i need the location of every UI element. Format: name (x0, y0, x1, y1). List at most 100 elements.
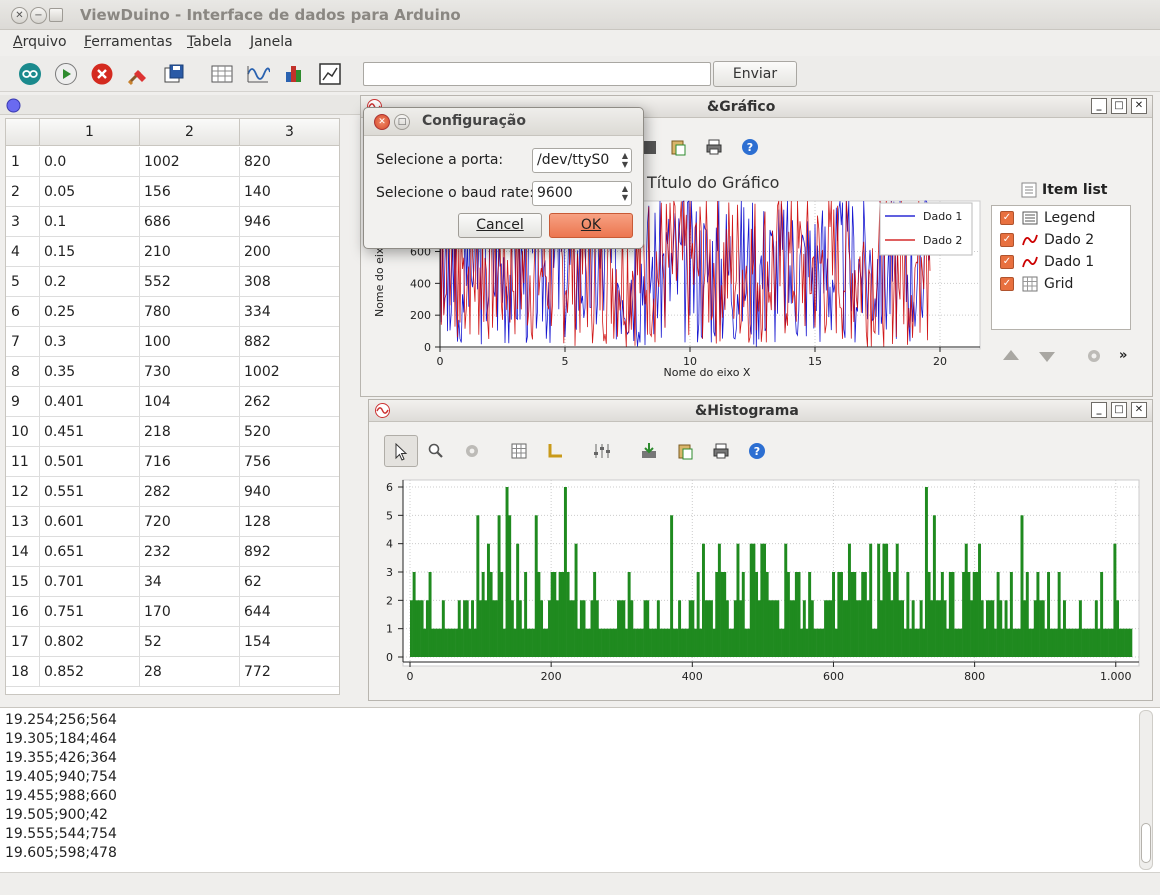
row-header[interactable]: 10 (6, 417, 40, 447)
dock-float-icon[interactable] (6, 98, 21, 113)
zoom-icon[interactable] (428, 443, 444, 459)
row-header[interactable]: 12 (6, 477, 40, 507)
cell-col-3[interactable]: 772 (240, 657, 339, 687)
dialog-close-button[interactable]: ✕ (374, 114, 390, 130)
gear-icon[interactable] (1085, 347, 1103, 365)
row-header[interactable]: 4 (6, 237, 40, 267)
cell-col-3[interactable]: 62 (240, 567, 339, 597)
cell-col-1[interactable]: 0.601 (40, 507, 140, 537)
send-input[interactable] (363, 62, 711, 86)
cell-col-1[interactable]: 0.1 (40, 207, 140, 237)
cancel-button[interactable]: Cancel (458, 213, 542, 238)
cell-col-2[interactable]: 730 (140, 357, 240, 387)
histogram-minimize-button[interactable]: _ (1091, 402, 1107, 418)
settings-icon[interactable] (464, 443, 480, 459)
cell-col-1[interactable]: 0.852 (40, 657, 140, 687)
cell-col-1[interactable]: 0.651 (40, 537, 140, 567)
column-header-3[interactable]: 3 (240, 119, 339, 146)
cell-col-2[interactable]: 52 (140, 627, 240, 657)
cell-col-2[interactable]: 282 (140, 477, 240, 507)
row-header[interactable]: 8 (6, 357, 40, 387)
cell-col-3[interactable]: 644 (240, 597, 339, 627)
cell-col-3[interactable]: 128 (240, 507, 339, 537)
cell-col-3[interactable]: 940 (240, 477, 339, 507)
menu-ferramentas[interactable]: Ferramentas (84, 34, 172, 50)
cell-col-1[interactable]: 0.35 (40, 357, 140, 387)
cell-col-3[interactable]: 262 (240, 387, 339, 417)
histogram-icon[interactable] (282, 62, 306, 86)
cell-col-2[interactable]: 156 (140, 177, 240, 207)
cell-col-2[interactable]: 100 (140, 327, 240, 357)
cell-col-2[interactable]: 720 (140, 507, 240, 537)
cell-col-3[interactable]: 308 (240, 267, 339, 297)
graph-close-button[interactable]: ✕ (1131, 98, 1147, 114)
play-icon[interactable] (54, 62, 78, 86)
row-header[interactable]: 3 (6, 207, 40, 237)
row-header[interactable]: 17 (6, 627, 40, 657)
cell-col-1[interactable]: 0.701 (40, 567, 140, 597)
stop-icon[interactable] (90, 62, 114, 86)
cell-col-2[interactable]: 104 (140, 387, 240, 417)
graph-maximize-button[interactable]: □ (1111, 98, 1127, 114)
log-scrollbar[interactable] (1139, 710, 1153, 870)
menu-tabela[interactable]: Tabela (187, 34, 232, 50)
cell-col-3[interactable]: 756 (240, 447, 339, 477)
cell-col-3[interactable]: 892 (240, 537, 339, 567)
checkbox-checked-icon[interactable]: ✓ (1000, 277, 1014, 291)
send-button[interactable]: Enviar (713, 61, 797, 87)
item-list[interactable]: ✓ Legend ✓ Dado 2 ✓ Dado 1 ✓ Grid (991, 205, 1131, 330)
cell-col-2[interactable]: 1002 (140, 147, 240, 177)
arduino-icon[interactable] (18, 62, 42, 86)
cell-col-1[interactable]: 0.551 (40, 477, 140, 507)
maximize-window-button[interactable] (49, 8, 63, 22)
row-header[interactable]: 7 (6, 327, 40, 357)
help-icon[interactable]: ? (748, 442, 766, 460)
cell-col-3[interactable]: 520 (240, 417, 339, 447)
checkbox-checked-icon[interactable]: ✓ (1000, 211, 1014, 225)
row-header[interactable]: 18 (6, 657, 40, 687)
row-header[interactable]: 1 (6, 147, 40, 177)
pointer-tool-button[interactable] (384, 435, 418, 467)
cell-col-1[interactable]: 0.501 (40, 447, 140, 477)
move-up-icon[interactable] (1002, 348, 1020, 362)
move-down-icon[interactable] (1038, 350, 1056, 364)
row-header[interactable]: 14 (6, 537, 40, 567)
row-header[interactable]: 5 (6, 267, 40, 297)
cell-col-2[interactable]: 232 (140, 537, 240, 567)
cell-col-1[interactable]: 0.401 (40, 387, 140, 417)
cell-col-3[interactable]: 946 (240, 207, 339, 237)
sliders-icon[interactable] (593, 443, 611, 459)
histogram-maximize-button[interactable]: □ (1111, 402, 1127, 418)
checkbox-checked-icon[interactable]: ✓ (1000, 233, 1014, 247)
cell-col-1[interactable]: 0.2 (40, 267, 140, 297)
cell-col-2[interactable]: 34 (140, 567, 240, 597)
help-icon[interactable]: ? (741, 138, 759, 156)
cell-col-1[interactable]: 0.802 (40, 627, 140, 657)
table-corner[interactable] (6, 119, 40, 146)
chart-window-icon[interactable] (318, 62, 342, 86)
ok-button[interactable]: OK (549, 213, 633, 238)
data-table[interactable]: 1 2 3 1 0.0 1002 820 2 0.05 156 140 3 0.1 686 946 4 0… (5, 118, 340, 695)
row-header[interactable]: 11 (6, 447, 40, 477)
graph-minimize-button[interactable]: _ (1091, 98, 1107, 114)
checkbox-checked-icon[interactable]: ✓ (1000, 255, 1014, 269)
cell-col-2[interactable]: 28 (140, 657, 240, 687)
cell-col-1[interactable]: 0.15 (40, 237, 140, 267)
cell-col-2[interactable]: 780 (140, 297, 240, 327)
chart-legend[interactable]: Dado 1 Dado 2 (879, 202, 973, 256)
grid-toggle-icon[interactable] (511, 443, 527, 459)
baud-select[interactable]: 9600 ▲ ▼ (532, 181, 632, 206)
column-header-2[interactable]: 2 (140, 119, 240, 146)
log-scrollbar-thumb[interactable] (1141, 823, 1151, 863)
axes-icon[interactable] (547, 443, 563, 459)
minimize-window-button[interactable]: − (30, 7, 47, 24)
port-select[interactable]: /dev/ttyS0 ▲ ▼ (532, 148, 632, 173)
cell-col-2[interactable]: 686 (140, 207, 240, 237)
print-icon[interactable] (705, 138, 723, 156)
cell-col-2[interactable]: 218 (140, 417, 240, 447)
row-header[interactable]: 6 (6, 297, 40, 327)
cell-col-3[interactable]: 882 (240, 327, 339, 357)
more-icon[interactable]: » (1119, 348, 1127, 363)
column-header-1[interactable]: 1 (40, 119, 140, 146)
row-header[interactable]: 9 (6, 387, 40, 417)
